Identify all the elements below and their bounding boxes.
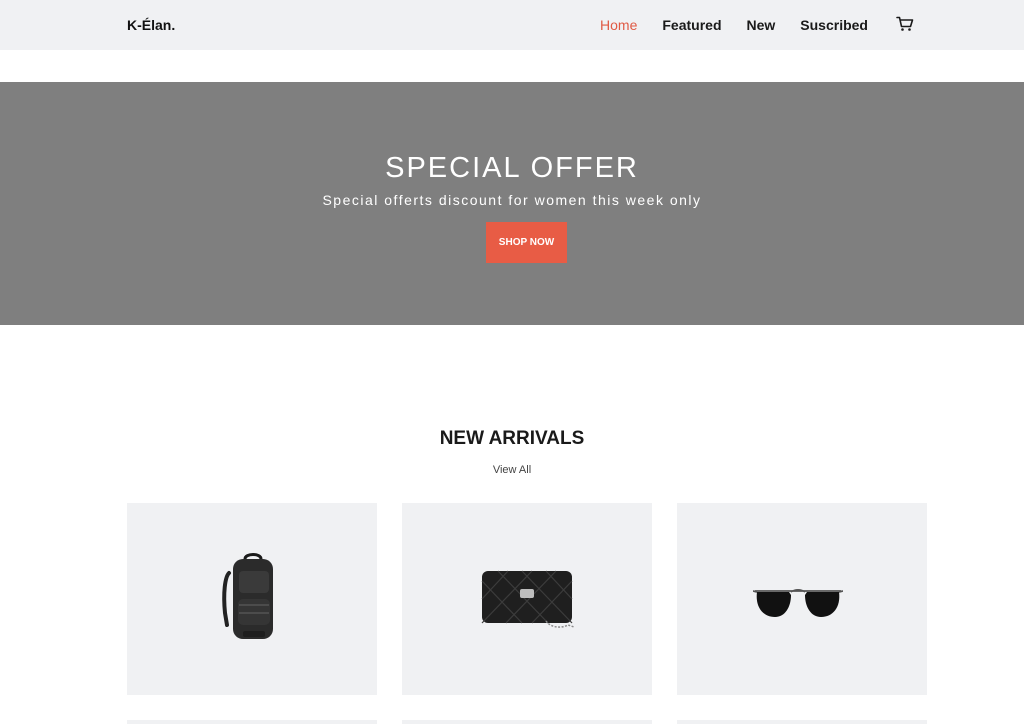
backpack-icon (222, 553, 273, 639)
product-card-sunglasses[interactable] (677, 503, 927, 695)
product-card-row2-2 (402, 720, 652, 724)
sunglasses-icon (753, 589, 843, 617)
product-card-row2-3 (677, 720, 927, 724)
top-navbar: K-Élan. Home Featured New Suscribed (0, 0, 1024, 50)
nav-link-suscribed[interactable]: Suscribed (800, 17, 868, 33)
nav-link-new[interactable]: New (747, 17, 776, 33)
section-title: NEW ARRIVALS (439, 428, 585, 449)
cart-icon[interactable] (896, 16, 914, 32)
product-card-row2-1 (127, 720, 377, 724)
hero-subtitle: Special offerts discount for women this … (322, 192, 702, 208)
product-card-handbag[interactable] (402, 503, 652, 695)
nav-link-featured[interactable]: Featured (662, 17, 721, 33)
product-card-backpack[interactable] (127, 503, 377, 695)
shop-now-button[interactable]: SHOP NOW (486, 222, 567, 263)
handbag-icon (481, 570, 575, 628)
brand-logo[interactable]: K-Élan. (127, 17, 175, 33)
hero-title: SPECIAL OFFER (385, 152, 639, 184)
view-all-link[interactable]: View All (0, 464, 1024, 476)
nav-links: Home Featured New Suscribed (575, 0, 914, 50)
nav-link-home[interactable]: Home (600, 17, 637, 33)
hero-banner: SPECIAL OFFER Special offerts discount f… (0, 82, 1024, 325)
